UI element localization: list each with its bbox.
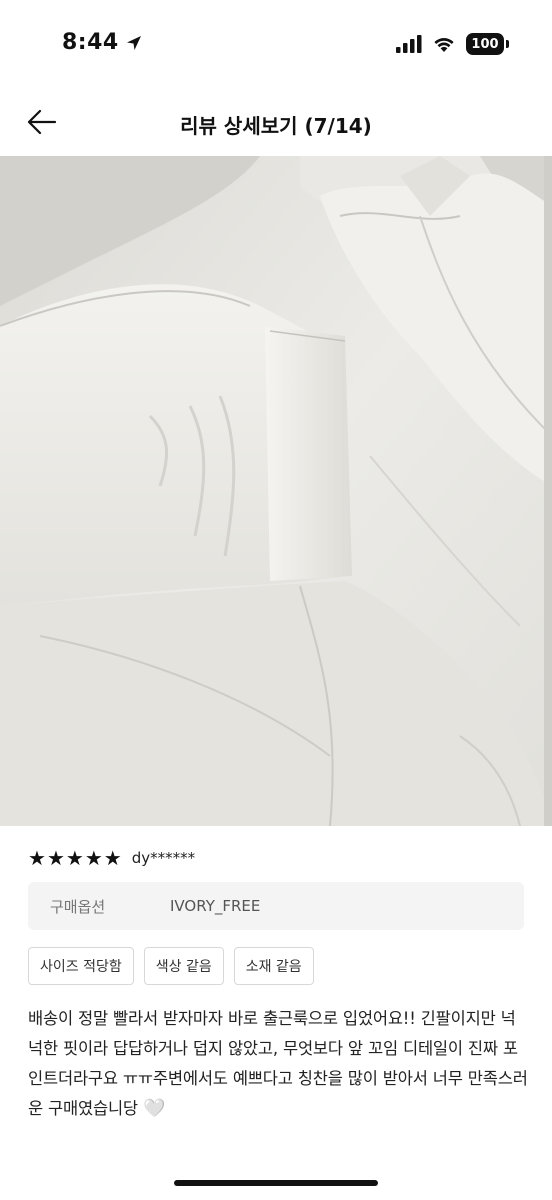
star-icon: ★ bbox=[84, 846, 103, 870]
option-label: 구매옵션 bbox=[50, 897, 106, 916]
star-icon: ★ bbox=[46, 846, 65, 870]
star-icon: ★ bbox=[103, 846, 122, 870]
review-photo[interactable] bbox=[0, 156, 552, 826]
review-body: 배송이 정말 빨라서 받자마자 바로 출근룩으로 입었어요!! 긴팔이지만 넉넉… bbox=[28, 1009, 528, 1118]
tag-size: 사이즈 적당함 bbox=[28, 947, 134, 985]
star-icon: ★ bbox=[28, 846, 46, 870]
rating-row: ★ ★ ★ ★ ★ dy****** bbox=[28, 848, 195, 868]
status-time-group: 8:44 bbox=[62, 30, 143, 55]
status-bar: 8:44 100 bbox=[0, 0, 552, 90]
location-arrow-icon bbox=[126, 35, 141, 50]
option-value: IVORY_FREE bbox=[170, 897, 261, 915]
status-time: 8:44 bbox=[62, 30, 119, 55]
star-icon: ★ bbox=[65, 846, 84, 870]
white-heart-icon: 🤍 bbox=[142, 1098, 166, 1119]
cellular-signal-icon bbox=[396, 35, 422, 53]
star-rating: ★ ★ ★ ★ ★ bbox=[28, 848, 122, 868]
page-title: 리뷰 상세보기 (7/14) bbox=[180, 114, 372, 138]
navigation-bar: 리뷰 상세보기 (7/14) bbox=[0, 90, 552, 156]
wifi-icon bbox=[434, 38, 454, 52]
battery-icon: 100 bbox=[466, 33, 509, 55]
review-photo-image bbox=[0, 156, 552, 826]
purchase-option: 구매옵션 IVORY_FREE bbox=[28, 882, 524, 930]
reviewer-name: dy****** bbox=[131, 849, 196, 867]
review-text: 배송이 정말 빨라서 받자마자 바로 출근룩으로 입었어요!! 긴팔이지만 넉넉… bbox=[28, 1004, 528, 1124]
home-indicator[interactable] bbox=[174, 1180, 378, 1186]
status-icons: 100 bbox=[396, 33, 509, 55]
battery-nub bbox=[506, 40, 509, 48]
tag-material: 소재 같음 bbox=[233, 947, 314, 985]
review-tags: 사이즈 적당함 색상 같음 소재 같음 bbox=[28, 947, 314, 985]
battery-level: 100 bbox=[471, 36, 499, 52]
tag-color: 색상 같음 bbox=[143, 947, 224, 985]
